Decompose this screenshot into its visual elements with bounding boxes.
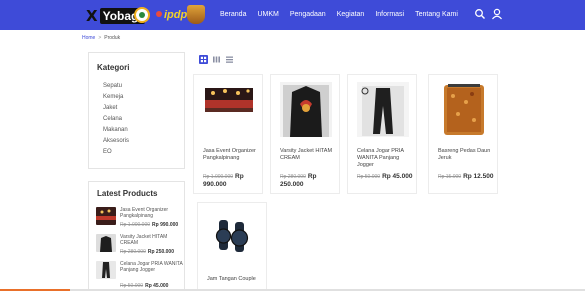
list-icon[interactable] (225, 55, 234, 64)
current-price: Rp 990.000 (152, 222, 179, 228)
breadcrumb-separator: > (98, 35, 102, 41)
latest-products-title: Latest Products (97, 189, 158, 198)
latest-item-name: Celana Jogar PRIA WANITA Panjang Jogger (120, 261, 183, 273)
product-image (357, 82, 409, 137)
category-aksesoris[interactable]: Aksesoris (103, 136, 129, 147)
logo-mark: X (86, 6, 98, 25)
product-price: Rp 1.000.000 Rp 990.000 (203, 173, 263, 189)
latest-item-name: Jasa Event Organizer Pangkalpinang (120, 207, 169, 219)
product-card[interactable]: Jam Tangan Couple (197, 202, 267, 291)
latest-item-price: Rp 1.000.000 Rp 990.000 (120, 222, 178, 228)
nav-informasi[interactable]: Informasi (375, 10, 404, 20)
grid-small-icon[interactable] (212, 55, 221, 64)
breadcrumb-home[interactable]: Home (82, 35, 95, 41)
breadcrumb: Home > Produk (82, 35, 120, 41)
category-list: Sepatu Kemeja Jaket Celana Makanan Akses… (103, 81, 129, 158)
nav-pengadaan[interactable]: Pengadaan (290, 10, 326, 20)
old-price: Rp 280.000 (120, 249, 146, 255)
old-price: Rp 280.000 (280, 174, 306, 180)
latest-item[interactable]: Varsity Jacket HITAM CREAM Rp 280.000 Rp … (96, 234, 184, 260)
current-price: Rp 45.000 (382, 173, 413, 180)
nav-umkm[interactable]: UMKM (257, 10, 278, 20)
product-thumbnail (96, 234, 116, 252)
tiger-emblem-icon (187, 5, 205, 24)
top-navbar: X Yobagi ipdp Beranda UMKM Pengadaan Keg… (0, 0, 585, 30)
current-price: Rp 250.000 (147, 249, 174, 255)
latest-item-name: Varsity Jacket HITAM CREAM (120, 234, 168, 246)
current-price: 990.000 (203, 181, 227, 188)
current-price: Rp 12.500 (463, 173, 494, 180)
nav-beranda[interactable]: Beranda (220, 10, 246, 20)
latest-products-panel: Latest Products Jasa Event Organizer Pan… (88, 181, 185, 291)
product-image (203, 82, 255, 137)
price-prefix: Rp (307, 173, 317, 180)
product-price: Rp 50.000 Rp 45.000 (357, 173, 417, 181)
product-price: Rp 15.000 Rp 12.500 (438, 173, 498, 181)
category-eo[interactable]: EO (103, 147, 129, 158)
product-name: Jasa Event Organizer Pangkalpinang (203, 148, 256, 161)
product-name: Basreng Pedas Daun Jeruk (438, 148, 491, 161)
product-name: Jam Tangan Couple (207, 276, 256, 282)
latest-item[interactable]: Celana Jogar PRIA WANITA Panjang Jogger … (96, 261, 184, 289)
product-name: Varsity Jacket HITAM CREAM (280, 148, 333, 161)
product-card[interactable]: Varsity Jacket HITAM CREAM Rp 280.000 Rp 2… (270, 74, 340, 194)
user-icon[interactable] (491, 8, 503, 20)
old-price: Rp 15.000 (438, 174, 462, 180)
category-makanan[interactable]: Makanan (103, 125, 129, 136)
price-prefix: Rp (235, 173, 244, 180)
grid-large-icon[interactable] (199, 55, 208, 64)
category-panel: Kategori Sepatu Kemeja Jaket Celana Maka… (88, 52, 185, 169)
nav-tentang-kami[interactable]: Tentang Kami (415, 10, 458, 20)
category-jaket[interactable]: Jaket (103, 103, 129, 114)
latest-item[interactable]: Jasa Event Organizer Pangkalpinang Rp 1.… (96, 207, 184, 233)
product-card[interactable]: Basreng Pedas Daun Jeruk Rp 15.000 Rp 12.… (428, 74, 498, 194)
product-thumbnail (96, 207, 116, 225)
old-price: Rp 1.000.000 (203, 174, 234, 180)
nav-kegiatan[interactable]: Kegiatan (337, 10, 365, 20)
product-name: Celana Jogar PRIA WANITA Panjang Jogger (357, 148, 404, 168)
product-image (438, 82, 490, 137)
product-image (207, 210, 259, 265)
category-title: Kategori (97, 63, 130, 72)
category-celana[interactable]: Celana (103, 114, 129, 125)
latest-item-price: Rp 280.000 Rp 250.000 (120, 249, 174, 255)
product-thumbnail (96, 261, 116, 279)
product-card[interactable]: Celana Jogar PRIA WANITA Panjang Jogger … (347, 74, 417, 194)
product-card[interactable]: Jasa Event Organizer Pangkalpinang Rp 1.… (193, 74, 263, 194)
breadcrumb-current: Produk (104, 35, 121, 41)
current-price: 250.000 (280, 181, 304, 188)
product-price: Rp 280.000 Rp 250.000 (280, 173, 340, 189)
search-icon[interactable] (474, 8, 486, 20)
old-price: Rp 1.000.000 (120, 222, 151, 228)
old-price: Rp 50.000 (357, 174, 381, 180)
partner-logo: ipdp (156, 8, 187, 22)
product-image (280, 82, 332, 137)
main-nav: Beranda UMKM Pengadaan Kegiatan Informas… (220, 10, 469, 20)
category-kemeja[interactable]: Kemeja (103, 92, 129, 103)
partner-emblem-icon (134, 7, 150, 23)
category-sepatu[interactable]: Sepatu (103, 81, 129, 92)
